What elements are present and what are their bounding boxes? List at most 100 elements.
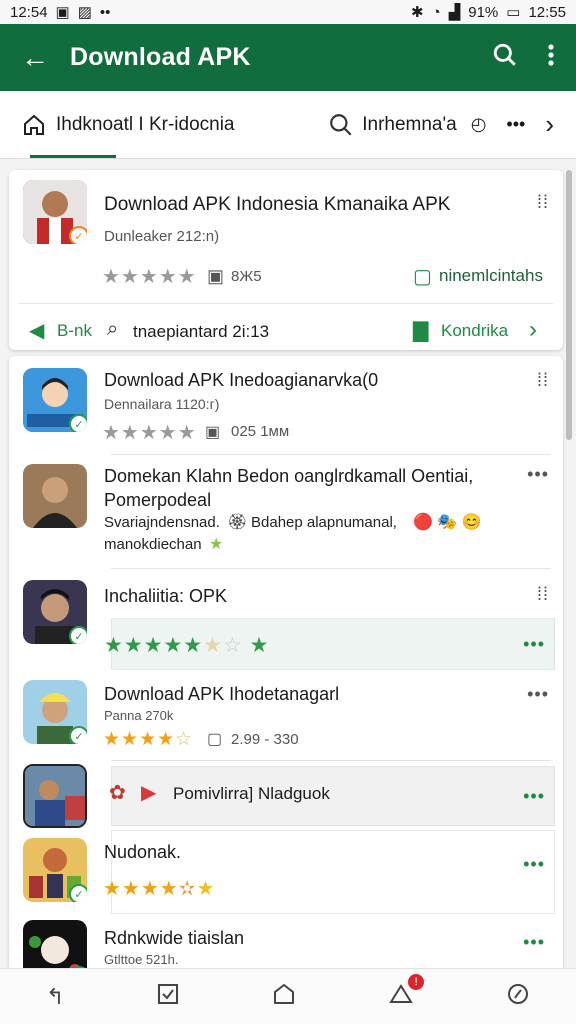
download-icon: ▢ (207, 731, 223, 748)
divider (111, 568, 551, 569)
app-title: Nudonak. (104, 842, 182, 862)
divider (19, 303, 553, 304)
verified-badge-icon: ✓ (69, 884, 87, 902)
app-icon: ✓ (23, 180, 87, 244)
app-subtitle: Svariajndensnad. (104, 514, 220, 531)
featured-action-right[interactable]: Kondrika (441, 321, 508, 341)
download-icon: ▣ (207, 266, 225, 286)
verified-badge-icon: ✓ (69, 726, 87, 744)
app-bar: ← Download APK (0, 24, 576, 91)
more-icon[interactable]: ••• (523, 932, 545, 953)
app-title: Download APK Indonesia Kmanaika APK (104, 194, 451, 215)
status-time-right: 12:55 (528, 3, 566, 21)
notification-icon: ▣ (55, 4, 70, 21)
status-bar: 12:54 ▣ ▨ •• ✱ ◔ ▟ 91% ▭ 12:55 (0, 0, 576, 24)
app-icon: ✓ (23, 580, 87, 644)
featured-link[interactable]: ninemlcintahs (439, 266, 543, 286)
app-subtitle: Gtlttoe 521h. (104, 952, 179, 967)
more-icon[interactable]: ⁞⁞ (537, 370, 549, 391)
app-icon: ✓ (23, 838, 87, 902)
chevron-right-icon[interactable]: › (529, 316, 537, 344)
tab-search[interactable]: Inrhemna'a (328, 112, 457, 138)
app-subtitle: Dennailara 1120:г) (104, 396, 220, 412)
more-icon[interactable]: ••• (523, 786, 545, 807)
verified-badge-icon: ✓ (69, 414, 87, 432)
more-icon[interactable]: ⁞⁞ (537, 584, 549, 605)
search-icon[interactable] (492, 42, 518, 73)
gallery-icon: ▨ (77, 4, 92, 21)
more-dots-icon: •• (99, 3, 111, 21)
play-icon: ▶ (141, 782, 157, 804)
more-icon[interactable]: ⁞⁞ (537, 192, 549, 213)
app-title: Rdnkwide tiaislan (104, 928, 245, 948)
app-title: Download APK Ihodetanagarl (104, 684, 340, 704)
bluetooth-icon: ✱ (411, 4, 424, 21)
more-icon[interactable]: ••• (527, 464, 549, 485)
scrollbar[interactable] (566, 170, 572, 440)
app-subtitle-b: Bdahep alapnumanal, (251, 514, 397, 531)
more-icon[interactable]: ••• (527, 684, 549, 705)
more-icon[interactable]: ••• (523, 854, 545, 875)
dots-icon[interactable]: ••• (506, 114, 525, 135)
app-title-line2: Pomerpodeal (104, 490, 212, 510)
tab-home-label: Ihdknoatl I Kr-idocnia (56, 113, 235, 135)
app-icon (23, 464, 87, 528)
recent-apps-icon[interactable] (156, 982, 180, 1012)
featured-card[interactable]: ✓ Download APK Indonesia Kmanaika APK ⁞⁞… (9, 170, 563, 350)
signal-icon: ▟ (448, 4, 461, 21)
app-title: Domekan Klahn Bedon oanglrdkamall Oentia… (104, 466, 474, 486)
app-icon: ✓ (23, 680, 87, 744)
rating-stars: ★★★★★ (102, 422, 197, 444)
featured-action-left[interactable]: B-nk (57, 321, 92, 341)
tab-search-label: Inrhemna'a (362, 113, 457, 135)
app-meta: 025 1мм (231, 423, 290, 440)
bottom-nav: ↰ ! (0, 968, 576, 1024)
emoji-icons: 🔴 🎭 😊 (413, 514, 482, 531)
battery-percent: 91% (468, 3, 499, 21)
app-subtitle: Dunleaker 212:n) (104, 228, 220, 245)
more-icon[interactable]: ••• (523, 634, 545, 655)
app-icon: ✓ (23, 920, 87, 968)
page-title: Download APK (70, 43, 251, 71)
notifications-icon[interactable]: ! (388, 973, 425, 1012)
verified-badge-icon: ✓ (69, 226, 87, 244)
tab-bar: Ihdknoatl I Kr-idocnia Inrhemna'a ◴ ••• … (0, 91, 576, 159)
overflow-menu-icon[interactable] (546, 42, 556, 73)
send-icon[interactable]: ◀ (29, 318, 44, 343)
divider (111, 454, 551, 455)
app-icon: ✓ (23, 368, 87, 432)
battery-icon: ▭ (506, 4, 521, 21)
rating-stars: ★★★★☆ (103, 729, 194, 750)
chevron-right-icon[interactable]: › (545, 109, 554, 140)
verified-badge-icon: ✓ (69, 626, 87, 644)
wifi-icon: ◔ (431, 3, 441, 21)
chat-icon[interactable]: ◴ (471, 114, 487, 135)
tab-home[interactable]: Ihdknoatl I Kr-idocnia (22, 91, 235, 158)
back-arrow-icon[interactable]: ← (0, 42, 70, 74)
rating-stars: ★★★★★★☆ ★ (104, 634, 270, 657)
book-icon: ▇ (413, 320, 429, 342)
home-icon[interactable] (272, 982, 296, 1012)
search-icon (330, 113, 352, 136)
app-list: ✓ Download APK Indonesia Kmanaika APK ⁞⁞… (0, 160, 576, 968)
star-icon: ★ (209, 536, 224, 553)
app-title: Inchaliitia: OPK (104, 586, 228, 606)
brand-icon: ✿ (109, 782, 126, 804)
app-subtitle-2: manokdiechan (104, 536, 202, 553)
rating-stars: ★★★★✫★ (103, 878, 216, 900)
search-icon: ⌕ (107, 318, 119, 340)
featured-action-mid[interactable]: tnaepiantard 2i:13 (133, 322, 269, 342)
compass-icon[interactable] (506, 982, 530, 1012)
app-title: Download APK Inedoagianarvka(0 (104, 370, 379, 390)
download-icon: ▣ (205, 424, 221, 441)
divider (111, 760, 551, 761)
back-icon[interactable]: ↰ (46, 984, 64, 1010)
rating-stars: ★★★★★ (102, 266, 197, 288)
status-time: 12:54 (10, 3, 48, 21)
app-title: Pomivlirra] Nladguok (173, 784, 330, 803)
app-icon (23, 764, 87, 828)
app-subtitle: Panna 270k (104, 708, 174, 723)
home-icon (24, 114, 44, 135)
app-meta: 2.99 - 330 (231, 731, 299, 748)
notification-badge: ! (408, 973, 425, 990)
